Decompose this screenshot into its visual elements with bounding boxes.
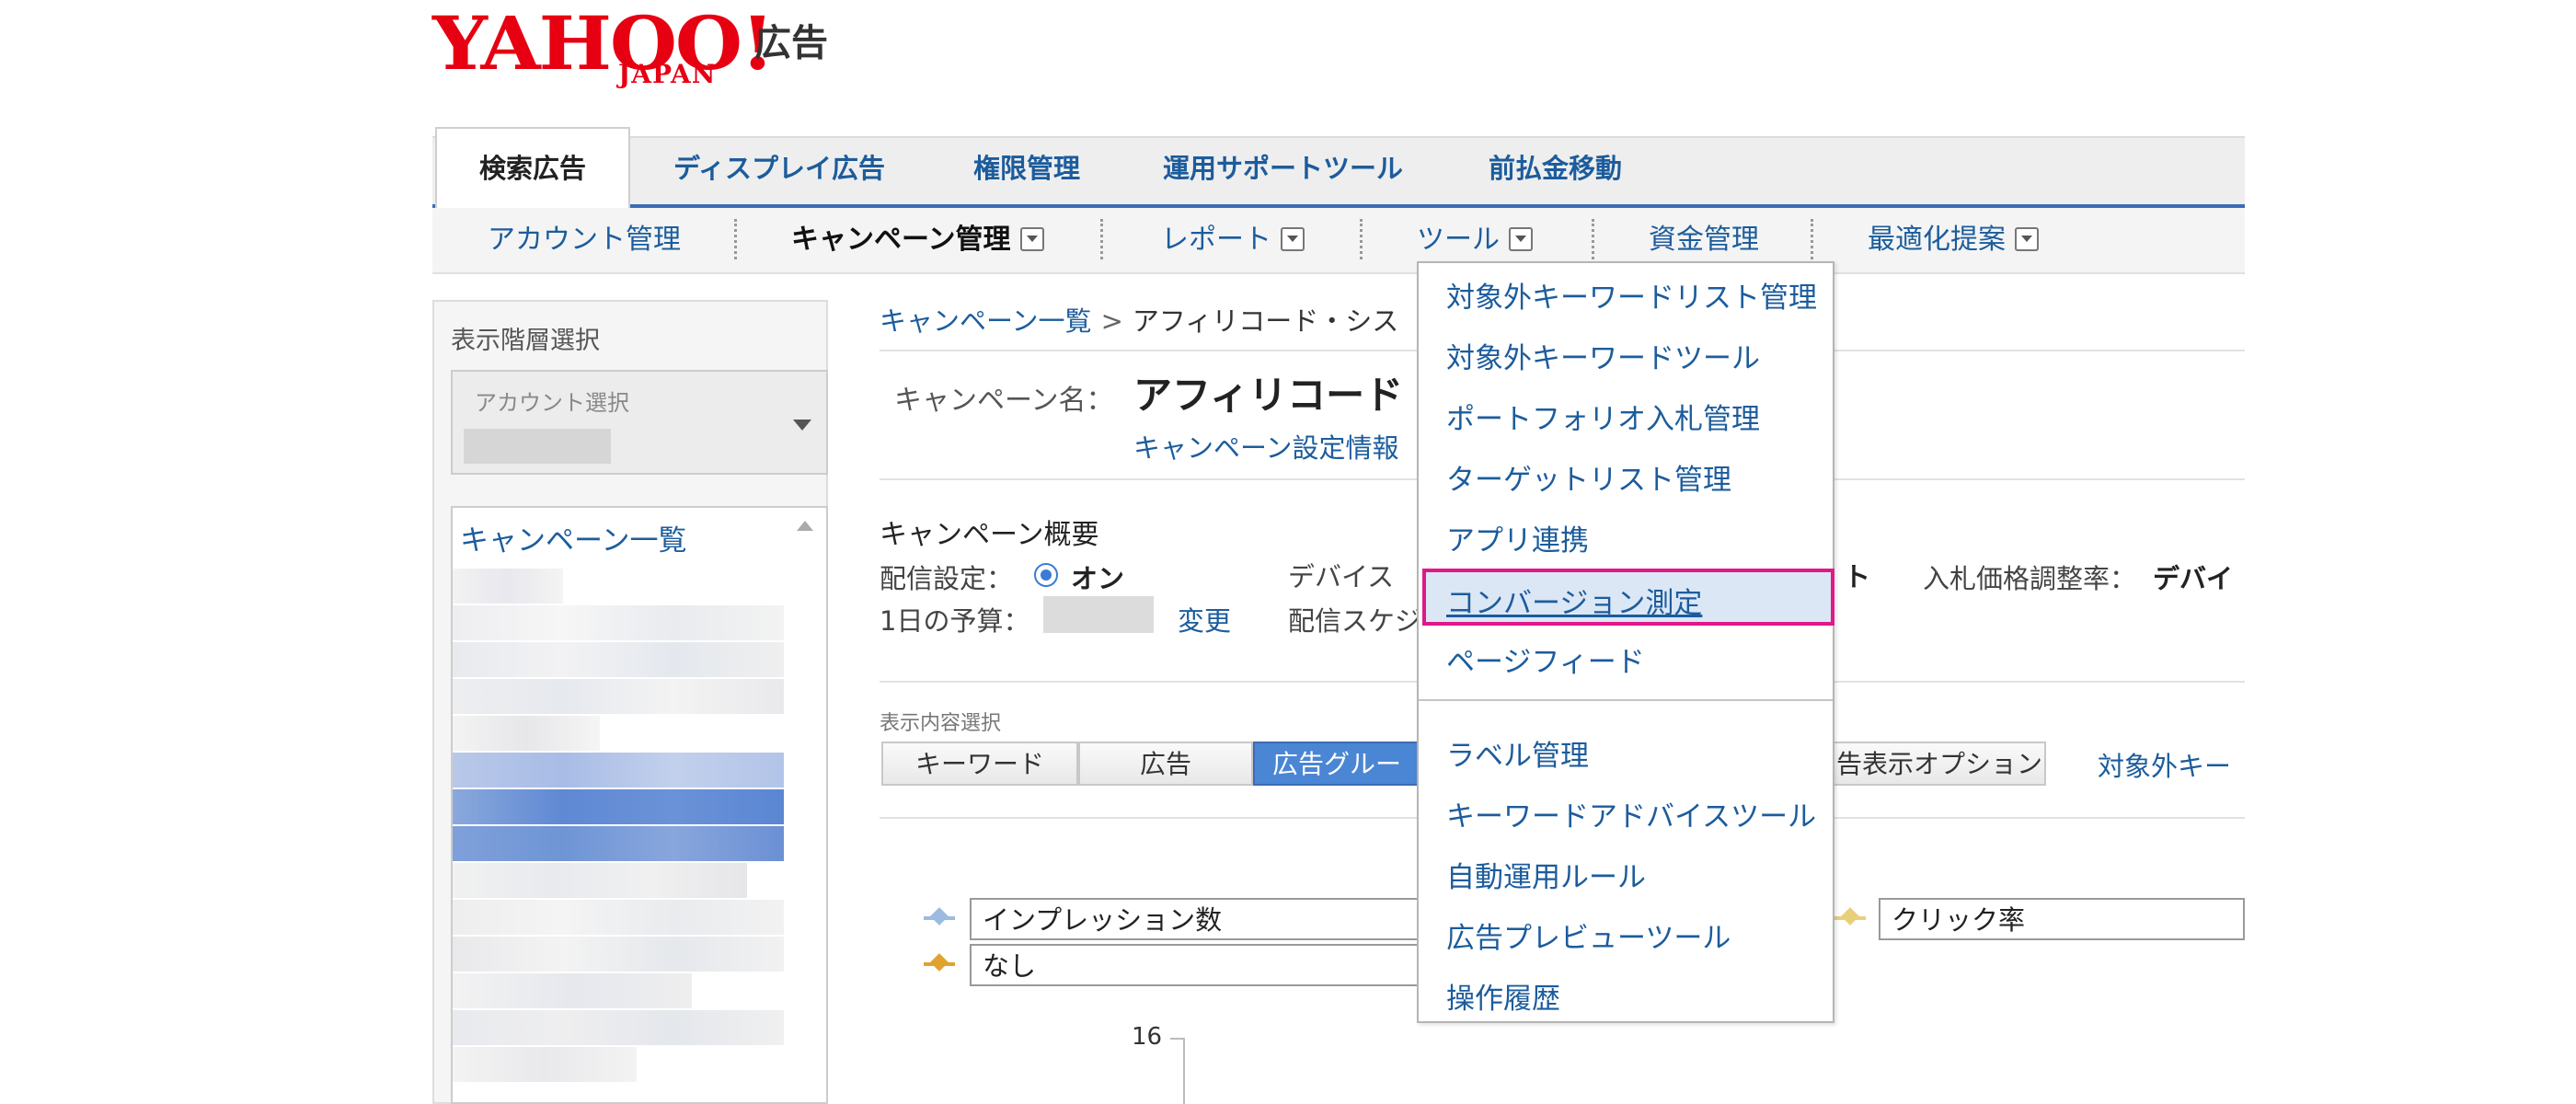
subnav-account-management[interactable]: アカウント管理: [488, 217, 681, 263]
subnav-divider: [1360, 219, 1363, 259]
legend-marker-icon: [930, 907, 949, 926]
list-item-selected[interactable]: [453, 826, 784, 861]
menu-item-keyword-advice[interactable]: キーワードアドバイスツール: [1446, 793, 1816, 834]
view-button-ad-extensions[interactable]: 告表示オプション: [1833, 742, 2046, 786]
campaign-settings-link[interactable]: キャンペーン設定情報: [1133, 427, 1399, 466]
campaign-name-label: キャンペーン名：: [894, 385, 1114, 417]
metric2-select[interactable]: なし: [970, 944, 1430, 986]
list-item[interactable]: [453, 716, 600, 751]
bid-adjustment-value: デバイ: [2153, 563, 2234, 594]
subnav-funds-management[interactable]: 資金管理: [1649, 217, 1759, 263]
hierarchy-panel-title: 表示階層選択: [451, 327, 600, 355]
y-axis-tick-label: 16: [1132, 1023, 1163, 1051]
tab-support-tools[interactable]: 運用サポートツール: [1163, 127, 1403, 204]
delivery-setting-label: 配信設定：: [880, 563, 1014, 594]
tab-display-ads[interactable]: ディスプレイ広告: [673, 127, 885, 204]
chevron-down-icon[interactable]: [2015, 227, 2039, 251]
menu-item-app-link[interactable]: アプリ連携: [1446, 517, 1589, 558]
bid-adjustment-label: 入札価格調整率：: [1923, 563, 2137, 594]
view-button-keyword[interactable]: キーワード: [881, 742, 1078, 786]
yahoo-japan-logo-sub: JAPAN: [618, 59, 717, 89]
subnav-divider: [1100, 219, 1103, 259]
chevron-down-icon[interactable]: [1281, 227, 1305, 251]
subnav-report[interactable]: レポート: [1161, 217, 1305, 263]
tab-permissions[interactable]: 権限管理: [973, 127, 1080, 204]
chevron-down-icon[interactable]: [793, 420, 811, 431]
list-item[interactable]: [453, 1010, 784, 1045]
budget-change-link[interactable]: 変更: [1178, 600, 1231, 638]
list-item[interactable]: [453, 753, 784, 788]
subnav-campaign-label: キャンペーン管理: [791, 224, 1011, 256]
subnav-optimization[interactable]: 最適化提案: [1868, 217, 2039, 263]
view-select-label: 表示内容選択: [880, 712, 1002, 735]
menu-item-portfolio-bidding[interactable]: ポートフォリオ入札管理: [1446, 396, 1760, 437]
subnav-campaign-management[interactable]: キャンペーン管理: [791, 217, 1044, 263]
menu-item-negative-keyword-list[interactable]: 対象外キーワードリスト管理: [1446, 274, 1817, 316]
subnav-divider: [1811, 219, 1813, 259]
y-axis-tick: [1170, 1038, 1183, 1040]
list-item[interactable]: [453, 973, 692, 1008]
y-axis: [1183, 1038, 1185, 1104]
menu-item-page-feed[interactable]: ページフィード: [1446, 638, 1645, 680]
list-item[interactable]: [453, 900, 784, 935]
menu-item-negative-keyword-tool[interactable]: 対象外キーワードツール: [1446, 335, 1760, 376]
menu-item-auto-rules[interactable]: 自動運用ルール: [1446, 854, 1646, 895]
scroll-up-icon[interactable]: [797, 521, 813, 531]
campaign-overview-title: キャンペーン概要: [880, 519, 1099, 551]
breadcrumb-separator: >: [1100, 305, 1123, 337]
metric1-select[interactable]: インプレッション数: [970, 898, 1430, 940]
view-button-adgroup[interactable]: 広告グルー: [1253, 742, 1420, 786]
subnav-optimization-label: 最適化提案: [1868, 224, 2006, 256]
daily-budget-label: 1日の予算：: [880, 605, 1030, 637]
list-item[interactable]: [453, 569, 563, 604]
legend-marker-icon: [930, 953, 949, 972]
subnav-divider: [1592, 219, 1594, 259]
menu-divider: [1419, 699, 1833, 701]
chevron-down-icon[interactable]: [1509, 227, 1533, 251]
menu-item-label-management[interactable]: ラベル管理: [1446, 732, 1589, 774]
daily-budget-redacted: [1043, 596, 1154, 633]
breadcrumb-campaign-list[interactable]: キャンペーン一覧: [880, 305, 1092, 337]
account-name-redacted: [464, 429, 611, 464]
subnav-divider: [734, 219, 737, 259]
menu-item-target-list[interactable]: ターゲットリスト管理: [1446, 456, 1731, 498]
subnav-tools-label: ツール: [1417, 224, 1500, 256]
delivery-setting-value: オン: [1071, 563, 1125, 594]
breadcrumb-current: アフィリコード・シス: [1132, 305, 1399, 337]
delivery-schedule-label: 配信スケジ: [1288, 605, 1422, 637]
device-label: デバイス: [1288, 561, 1395, 592]
account-select-label: アカウント選択: [475, 390, 629, 416]
list-item[interactable]: [453, 937, 784, 972]
breadcrumb: キャンペーン一覧 > アフィリコード・シス: [880, 300, 1398, 339]
list-item-selected[interactable]: [453, 789, 784, 824]
menu-item-conversion-tracking[interactable]: コンバージョン測定: [1446, 580, 1702, 621]
campaign-list-title[interactable]: キャンペーン一覧: [460, 517, 686, 558]
yahoo-logo[interactable]: YAHOO!: [432, 0, 775, 86]
list-item[interactable]: [453, 863, 747, 898]
list-item[interactable]: [453, 605, 784, 640]
delivery-on-radio[interactable]: [1034, 563, 1058, 587]
list-item[interactable]: [453, 679, 784, 714]
logo-ads-label: 広告: [754, 22, 828, 64]
negative-keyword-link[interactable]: 対象外キー: [2098, 745, 2231, 784]
tab-search-ads[interactable]: 検索広告: [435, 127, 630, 208]
metric3-select[interactable]: クリック率: [1879, 898, 2245, 940]
device-value-fragment: ト: [1844, 561, 1871, 592]
subnav-report-label: レポート: [1161, 224, 1271, 256]
campaign-name: アフィリコード: [1133, 373, 1404, 418]
list-item[interactable]: [453, 642, 784, 677]
subnav-tools[interactable]: ツール: [1417, 217, 1533, 263]
tab-prepayment-transfer[interactable]: 前払金移動: [1489, 127, 1622, 204]
view-button-ads[interactable]: 広告: [1078, 742, 1253, 786]
menu-item-operation-history[interactable]: 操作履歴: [1446, 975, 1560, 1017]
chevron-down-icon[interactable]: [1019, 227, 1044, 251]
menu-item-ad-preview[interactable]: 広告プレビューツール: [1446, 914, 1731, 956]
legend-marker-icon: [1841, 907, 1859, 926]
list-item[interactable]: [453, 1047, 637, 1082]
